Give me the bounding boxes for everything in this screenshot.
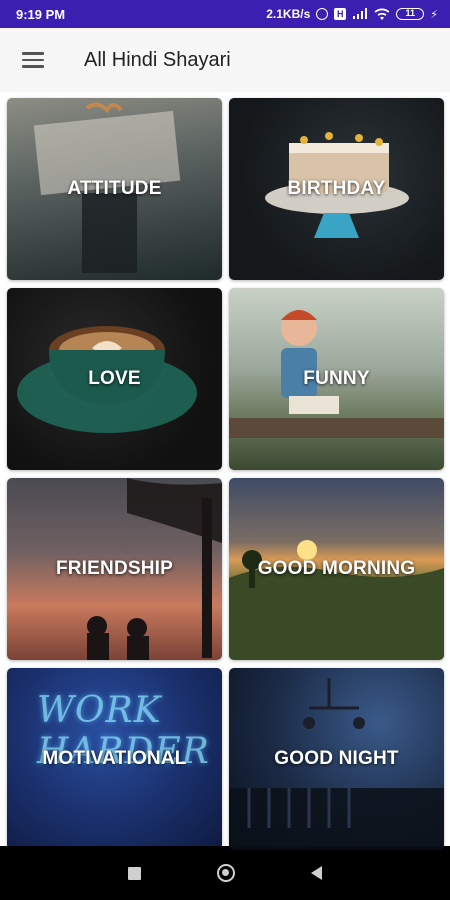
alarm-icon: [316, 8, 329, 20]
status-bar: 9:19 PM 2.1KB/s H 11 ⚡: [0, 0, 450, 28]
category-label: BIRTHDAY: [287, 178, 386, 199]
category-tile-love[interactable]: LOVE: [7, 288, 222, 470]
category-tile-motivational[interactable]: WORK HARDER MOTIVATIONAL: [7, 668, 222, 850]
sim-icon: H: [334, 8, 347, 20]
status-time: 9:19 PM: [16, 6, 66, 22]
category-grid: ATTITUDE BIRTHDAY LOVE FUNNY FRIENDSHIP …: [0, 92, 450, 850]
home-icon[interactable]: [217, 864, 235, 882]
back-icon[interactable]: [311, 866, 322, 880]
app-title: All Hindi Shayari: [84, 48, 231, 71]
hamburger-menu-icon[interactable]: [22, 52, 44, 68]
system-nav-bar: [0, 846, 450, 900]
category-tile-attitude[interactable]: ATTITUDE: [7, 98, 222, 280]
network-speed: 2.1KB/s: [266, 7, 311, 21]
category-label: GOOD NIGHT: [274, 748, 399, 769]
signal-icon: [352, 8, 368, 20]
category-label: FRIENDSHIP: [55, 558, 174, 579]
category-tile-friendship[interactable]: FRIENDSHIP: [7, 478, 222, 660]
category-label: ATTITUDE: [67, 178, 162, 199]
category-label: GOOD MORNING: [257, 558, 416, 579]
charging-icon: ⚡: [430, 8, 438, 21]
category-tile-good-morning[interactable]: GOOD MORNING: [229, 478, 444, 660]
status-icons: 2.1KB/s H 11 ⚡: [266, 7, 438, 21]
category-tile-good-night[interactable]: GOOD NIGHT: [229, 668, 444, 850]
battery-icon: 11: [396, 8, 425, 20]
category-label: MOTIVATIONAL: [42, 748, 187, 769]
category-tile-birthday[interactable]: BIRTHDAY: [229, 98, 444, 280]
category-label: LOVE: [88, 368, 141, 389]
category-tile-funny[interactable]: FUNNY: [229, 288, 444, 470]
wifi-icon: [374, 8, 390, 20]
app-bar: All Hindi Shayari: [0, 28, 450, 92]
category-label: FUNNY: [303, 368, 370, 389]
recent-apps-icon[interactable]: [128, 866, 141, 880]
